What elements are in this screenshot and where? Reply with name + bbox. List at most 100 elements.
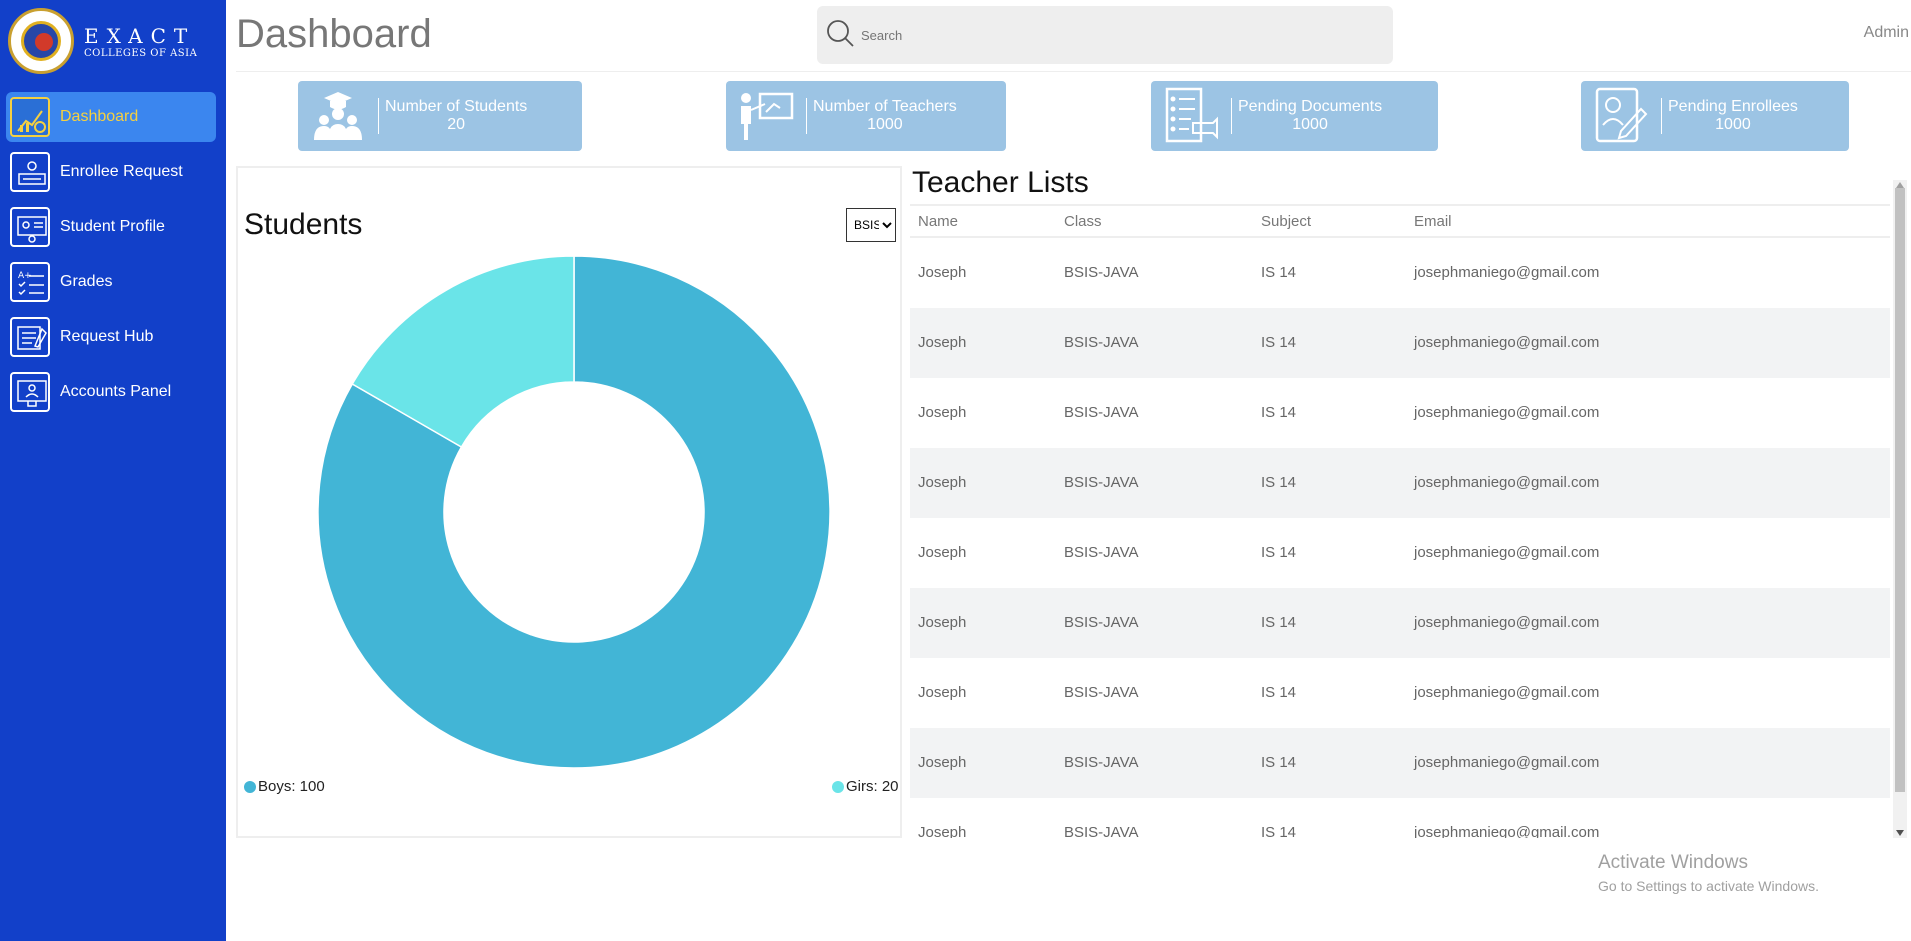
scrollbar-thumb[interactable] — [1895, 188, 1905, 792]
table-row[interactable]: Joseph BSIS-JAVA IS 14 josephmaniego@gmail.… — [910, 728, 1890, 798]
stat-label: Pending Documents — [1238, 98, 1383, 115]
column-header-email[interactable]: Email — [1414, 213, 1452, 230]
search-icon[interactable] — [825, 18, 855, 52]
sidebar-item-dashboard[interactable]: Dashboard — [6, 92, 216, 142]
column-header-subject[interactable]: Subject — [1261, 213, 1311, 230]
stat-card-pending-documents[interactable]: Pending Documents 1000 — [1151, 81, 1438, 151]
watermark-title: Activate Windows — [1598, 852, 1748, 873]
cell-subject: IS 14 — [1261, 474, 1297, 491]
students-chart-panel: Students BSIS Boys: 100 Girs: 20 — [236, 166, 902, 838]
cell-class: BSIS-JAVA — [1064, 264, 1139, 281]
table-row[interactable]: Joseph BSIS-JAVA IS 14 josephmaniego@gmail.… — [910, 238, 1890, 308]
students-donut-chart — [317, 255, 831, 769]
cell-name: Joseph — [918, 264, 967, 281]
students-chart-title: Students — [244, 208, 363, 241]
teacher-board-icon — [726, 86, 806, 146]
cell-class: BSIS-JAVA — [1064, 614, 1139, 631]
cell-name: Joseph — [918, 614, 967, 631]
request-hub-icon — [10, 317, 50, 357]
legend-dot-boys — [244, 780, 256, 793]
stat-value: 1000 — [1292, 116, 1328, 133]
sidebar-item-student-profile[interactable]: Student Profile — [6, 202, 216, 252]
brand-logo[interactable]: EXACT COLLEGES OF ASIA — [8, 8, 197, 74]
table-row[interactable]: Joseph BSIS-JAVA IS 14 josephmaniego@gmail.… — [910, 518, 1890, 588]
cell-email: josephmaniego@gmail.com — [1414, 264, 1600, 281]
legend-label: Boys: 100 — [258, 778, 325, 795]
stat-value: 1000 — [867, 116, 903, 133]
enroll-icon — [10, 152, 50, 192]
legend-girls: Girs: 20 — [832, 778, 899, 795]
graduates-icon — [298, 86, 378, 146]
cell-name: Joseph — [918, 334, 967, 351]
grades-checklist-icon: A+ — [10, 262, 50, 302]
brand-subtitle: COLLEGES OF ASIA — [84, 47, 198, 59]
sidebar-item-accounts-panel[interactable]: Accounts Panel — [6, 367, 216, 417]
cell-class: BSIS-JAVA — [1064, 544, 1139, 561]
cell-subject: IS 14 — [1261, 824, 1297, 838]
brand-name: EXACT — [84, 23, 196, 48]
stat-label: Number of Teachers — [813, 98, 957, 115]
cell-name: Joseph — [918, 544, 967, 561]
cell-email: josephmaniego@gmail.com — [1414, 614, 1600, 631]
legend-boys: Boys: 100 — [244, 778, 325, 795]
program-select[interactable]: BSIS — [846, 208, 896, 242]
stat-value: 20 — [447, 116, 466, 133]
table-row[interactable]: Joseph BSIS-JAVA IS 14 josephmaniego@gmail.… — [910, 658, 1890, 728]
cell-name: Joseph — [918, 824, 967, 838]
sidebar-item-label: Grades — [60, 273, 113, 290]
search-input[interactable] — [861, 27, 1361, 43]
cell-subject: IS 14 — [1261, 404, 1297, 421]
cell-class: BSIS-JAVA — [1064, 684, 1139, 701]
enrollee-form-icon — [1581, 86, 1661, 146]
user-menu-admin[interactable]: Admin — [1864, 24, 1909, 42]
stat-card-teachers[interactable]: Number of Teachers 1000 — [726, 81, 1006, 151]
cell-email: josephmaniego@gmail.com — [1414, 684, 1600, 701]
teacher-list-title: Teacher Lists — [912, 166, 1089, 199]
stat-label: Pending Enrollees — [1668, 98, 1798, 115]
watermark-subtitle: Go to Settings to activate Windows. — [1598, 878, 1819, 894]
teacher-list-panel: Teacher Lists Name Class Subject Email J… — [910, 166, 1908, 838]
cell-subject: IS 14 — [1261, 334, 1297, 351]
legend-label: Girs: 20 — [846, 778, 899, 795]
header-divider — [236, 71, 1911, 72]
sidebar: EXACT COLLEGES OF ASIA Dashboard Enrolle… — [0, 0, 226, 941]
cell-class: BSIS-JAVA — [1064, 754, 1139, 771]
sidebar-item-enrollee-request[interactable]: Enrollee Request — [6, 147, 216, 197]
sidebar-item-grades[interactable]: A+ Grades — [6, 257, 216, 307]
college-seal-icon — [8, 8, 74, 74]
table-row[interactable]: Joseph BSIS-JAVA IS 14 josephmaniego@gmail.… — [910, 448, 1890, 518]
teacher-table-body: Joseph BSIS-JAVA IS 14 josephmaniego@gmail.… — [910, 238, 1890, 838]
column-header-class[interactable]: Class — [1064, 213, 1102, 230]
table-row[interactable]: Joseph BSIS-JAVA IS 14 josephmaniego@gmail.… — [910, 798, 1890, 838]
cell-email: josephmaniego@gmail.com — [1414, 404, 1600, 421]
cell-email: josephmaniego@gmail.com — [1414, 474, 1600, 491]
cell-name: Joseph — [918, 754, 967, 771]
cell-subject: IS 14 — [1261, 264, 1297, 281]
dashboard-chart-icon — [10, 97, 50, 137]
stat-value: 1000 — [1715, 116, 1751, 133]
cell-class: BSIS-JAVA — [1064, 824, 1139, 838]
cell-subject: IS 14 — [1261, 684, 1297, 701]
sidebar-item-label: Student Profile — [60, 218, 165, 235]
scroll-down-arrow-icon[interactable] — [1896, 830, 1904, 836]
column-header-name[interactable]: Name — [918, 213, 958, 230]
cell-email: josephmaniego@gmail.com — [1414, 754, 1600, 771]
stat-card-students[interactable]: Number of Students 20 — [298, 81, 582, 151]
table-row[interactable]: Joseph BSIS-JAVA IS 14 josephmaniego@gmail.… — [910, 378, 1890, 448]
cell-subject: IS 14 — [1261, 614, 1297, 631]
table-scrollbar[interactable] — [1893, 180, 1907, 838]
sidebar-item-label: Accounts Panel — [60, 383, 172, 400]
cell-email: josephmaniego@gmail.com — [1414, 334, 1600, 351]
table-row[interactable]: Joseph BSIS-JAVA IS 14 josephmaniego@gmail.… — [910, 588, 1890, 658]
sidebar-item-label: Dashboard — [60, 108, 139, 125]
sidebar-item-label: Request Hub — [60, 328, 154, 345]
cell-subject: IS 14 — [1261, 544, 1297, 561]
sidebar-item-request-hub[interactable]: Request Hub — [6, 312, 216, 362]
cell-subject: IS 14 — [1261, 754, 1297, 771]
cell-class: BSIS-JAVA — [1064, 334, 1139, 351]
cell-class: BSIS-JAVA — [1064, 474, 1139, 491]
table-row[interactable]: Joseph BSIS-JAVA IS 14 josephmaniego@gmail.… — [910, 308, 1890, 378]
teacher-table-header: Name Class Subject Email — [910, 204, 1890, 238]
stat-card-pending-enrollees[interactable]: Pending Enrollees 1000 — [1581, 81, 1849, 151]
search-bar[interactable] — [817, 6, 1393, 64]
